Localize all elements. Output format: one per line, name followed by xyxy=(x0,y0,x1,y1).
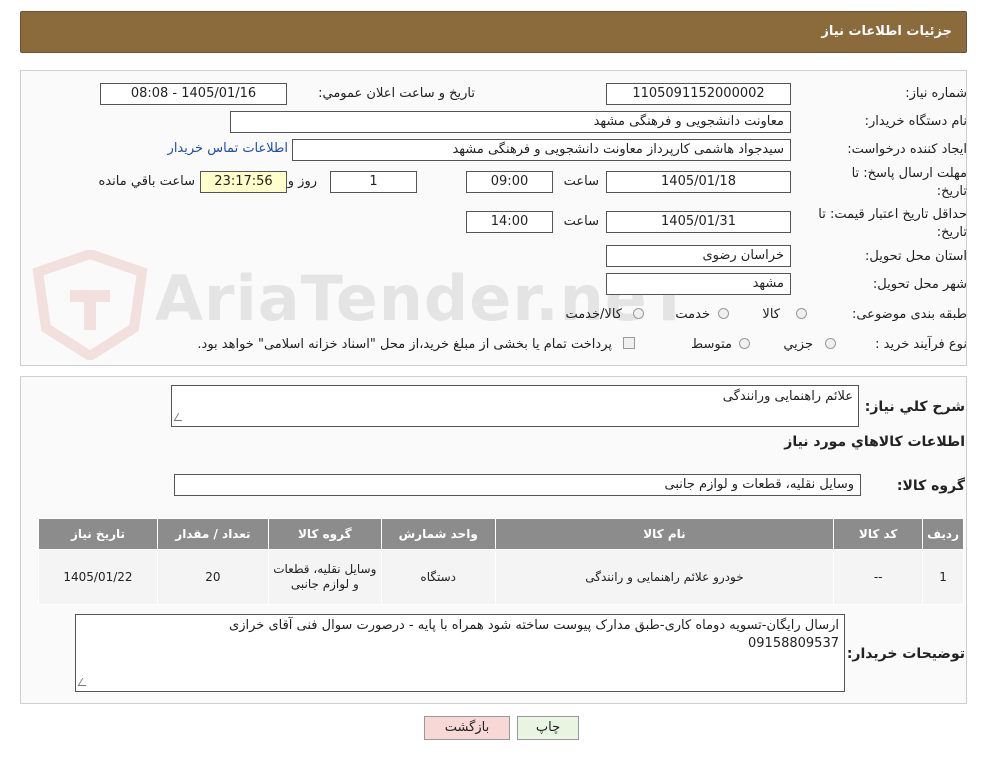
watermark: AriaTender.neT xyxy=(30,250,690,360)
treasury-note: پرداخت تمام یا بخشی از مبلغ خرید،از محل … xyxy=(197,337,612,352)
deadline-time-field: 09:00 xyxy=(466,171,553,193)
cell-code: -- xyxy=(833,549,924,605)
deadline-label-2: تاریخ: xyxy=(936,184,967,199)
summary-label: شرح کلي نیاز: xyxy=(864,399,965,415)
cell-date: 1405/01/22 xyxy=(38,549,158,605)
category-radio-goods[interactable] xyxy=(796,308,807,319)
cell-qty: 20 xyxy=(156,549,269,605)
validity-time-field: 14:00 xyxy=(466,211,553,233)
col-code: کد کالا xyxy=(833,518,924,550)
table-row: 1 -- خودرو علائم راهنمایی و رانندگی دستگ… xyxy=(38,549,964,605)
city-field: مشهد xyxy=(606,273,791,295)
process-radio-minor[interactable] xyxy=(825,338,836,349)
remaining-time-field: 23:17:56 xyxy=(200,171,287,193)
cell-unit: دستگاه xyxy=(380,549,496,605)
process-radio-medium[interactable] xyxy=(739,338,750,349)
buyer-notes-field: ارسال رایگان-تسویه دوماه کاری-طبق مدارک … xyxy=(75,614,845,692)
buyer-notes-line-1: ارسال رایگان-تسویه دوماه کاری-طبق مدارک … xyxy=(229,618,839,633)
goods-table: ردیف کد کالا نام کالا واحد شمارش گروه کا… xyxy=(38,518,964,605)
resize-grip-icon[interactable] xyxy=(173,413,187,421)
cell-row: 1 xyxy=(922,549,964,605)
need-number-field: 1105091152000002 xyxy=(606,83,791,105)
days-field: 1 xyxy=(330,171,417,193)
buyer-org-field: معاونت دانشجویی و فرهنگی مشهد xyxy=(230,111,791,133)
summary-value: علائم راهنمایی ورانندگی xyxy=(722,389,853,404)
col-unit: واحد شمارش xyxy=(380,518,496,550)
back-button[interactable]: بازگشت xyxy=(424,716,510,740)
announce-field: 1405/01/16 - 08:08 xyxy=(100,83,287,105)
page-title: جزئیات اطلاعات نیاز xyxy=(821,24,952,39)
contact-buyer-link[interactable]: اطلاعات تماس خریدار xyxy=(168,141,288,156)
deadline-label: مهلت ارسال پاسخ: تا xyxy=(851,166,967,181)
province-field: خراسان رضوی xyxy=(606,245,791,267)
category-option-goods: کالا xyxy=(762,307,780,322)
announce-label: تاریخ و ساعت اعلان عمومي: xyxy=(318,86,475,101)
province-label: استان محل تحویل: xyxy=(865,249,967,264)
deadline-date-field: 1405/01/18 xyxy=(606,171,791,193)
validity-hour-label: ساعت xyxy=(563,214,599,229)
resize-grip-icon[interactable] xyxy=(77,678,91,686)
goods-section-title: اطلاعات کالاهاي مورد نیاز xyxy=(784,434,965,450)
col-row: ردیف xyxy=(922,518,964,550)
category-option-goods-service: کالا/خدمت xyxy=(565,307,622,322)
summary-field: علائم راهنمایی ورانندگی xyxy=(171,385,859,427)
category-radio-service[interactable] xyxy=(718,308,729,319)
col-name: نام کالا xyxy=(494,518,835,550)
remaining-label: ساعت باقي مانده xyxy=(98,174,195,189)
goods-group-field: وسایل نقلیه، قطعات و لوازم جانبی xyxy=(174,474,861,496)
col-qty: تعداد / مقدار xyxy=(156,518,269,550)
deadline-hour-label: ساعت xyxy=(563,174,599,189)
goods-table-header: ردیف کد کالا نام کالا واحد شمارش گروه کا… xyxy=(38,518,964,550)
category-option-service: خدمت xyxy=(675,307,710,322)
treasury-checkbox[interactable] xyxy=(623,337,635,349)
col-group: گروه کالا xyxy=(267,518,382,550)
validity-label: حداقل تاریخ اعتبار قیمت: تا xyxy=(818,207,967,222)
watermark-shield-icon xyxy=(32,250,148,360)
print-button[interactable]: چاپ xyxy=(517,716,579,740)
cell-group: وسایل نقلیه، قطعات و لوازم جانبی xyxy=(267,549,382,605)
buyer-notes-label: توضیحات خریدار: xyxy=(846,646,965,662)
requester-label: ایجاد کننده درخواست: xyxy=(847,142,967,157)
col-date: تاریخ نیاز xyxy=(38,518,158,550)
validity-label-2: تاریخ: xyxy=(936,225,967,240)
process-label: نوع فرآیند خرید : xyxy=(875,337,967,352)
validity-date-field: 1405/01/31 xyxy=(606,211,791,233)
process-option-minor: جزیي xyxy=(783,337,813,352)
days-label: روز و xyxy=(287,174,317,189)
city-label: شهر محل تحویل: xyxy=(872,277,967,292)
goods-group-label: گروه کالا: xyxy=(896,478,965,494)
category-radio-goods-service[interactable] xyxy=(633,308,644,319)
buyer-org-label: نام دستگاه خریدار: xyxy=(864,114,967,129)
buyer-notes-line-2: 09158809537 xyxy=(748,636,839,651)
need-number-label: شماره نیاز: xyxy=(905,86,967,101)
cell-name: خودرو علائم راهنمایی و رانندگی xyxy=(494,549,835,605)
category-label: طبقه بندی موضوعی: xyxy=(851,307,967,322)
process-option-medium: متوسط xyxy=(691,337,732,352)
requester-field: سیدجواد هاشمی کارپرداز معاونت دانشجویی و… xyxy=(292,139,791,161)
page-header: جزئیات اطلاعات نیاز xyxy=(20,11,967,53)
